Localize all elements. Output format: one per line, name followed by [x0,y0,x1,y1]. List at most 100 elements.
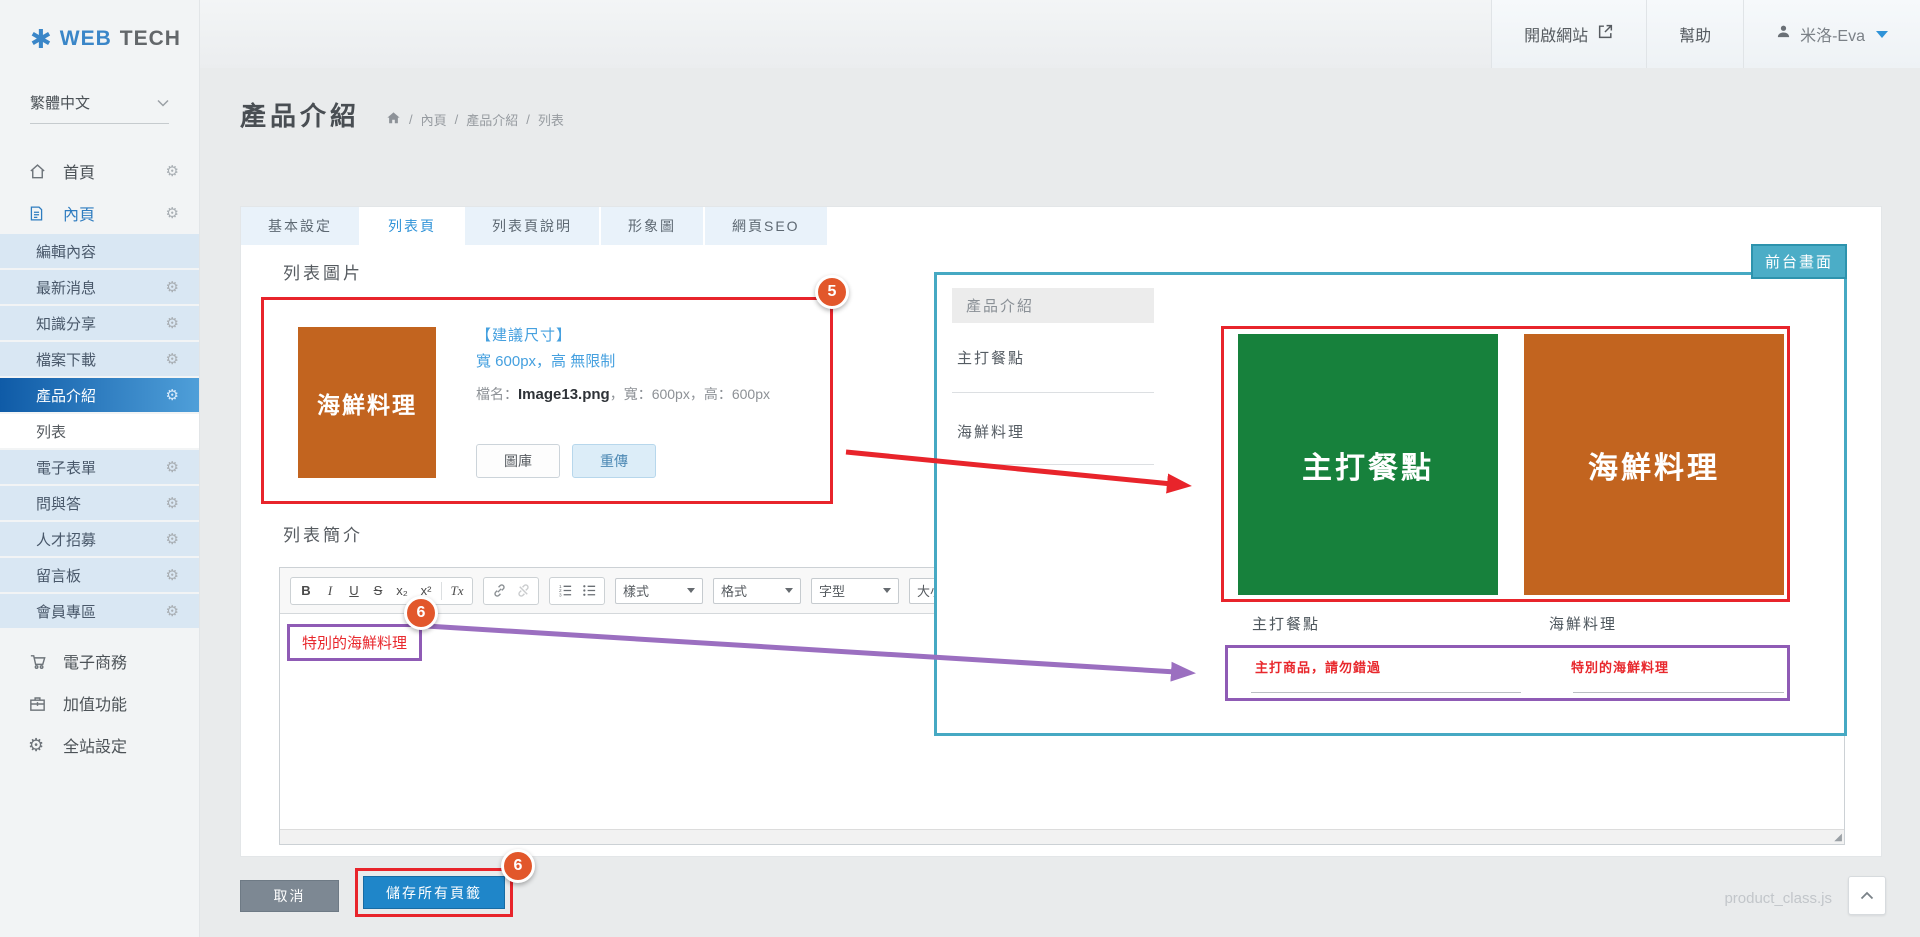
sidebar-item-products[interactable]: 產品介紹 ⚙ [0,378,199,412]
gear-icon[interactable]: ⚙ [166,460,179,475]
sidebar: ✱ WEB TECH 繁體中文 首頁 ⚙ 內頁 ⚙ 編輯內容 最新消息 ⚙ 知識… [0,0,200,937]
sidebar-item-recruit[interactable]: 人才招募 ⚙ [0,522,199,556]
breadcrumb-item[interactable]: 內頁 [421,110,447,129]
font-dropdown[interactable]: 字型 [811,578,899,604]
help-label: 幫助 [1679,22,1711,46]
remove-format-button[interactable]: Tx [445,579,469,603]
language-label: 繁體中文 [30,92,90,113]
annotation-box-preview-images: 主打餐點 海鮮料理 [1221,326,1790,602]
logo-text-tech: TECH [120,27,181,51]
gear-icon[interactable]: ⚙ [166,164,179,179]
breadcrumb-separator: / [409,112,413,127]
cancel-button[interactable]: 取消 [240,880,339,912]
bold-button[interactable]: B [294,579,318,603]
sidebar-nav: 首頁 ⚙ 內頁 ⚙ 編輯內容 最新消息 ⚙ 知識分享 ⚙ 檔案下載 ⚙ 產品介紹… [0,150,199,766]
gear-icon: ⚙ [28,735,50,756]
tab-list-page-desc[interactable]: 列表頁說明 [465,207,599,245]
external-link-icon [1597,23,1614,45]
sidebar-item-list[interactable]: 列表 [0,414,199,448]
list-image-thumbnail: 海鮮料理 [298,327,436,478]
topbar: 開啟網站 幫助 米洛-Eva [200,0,1920,68]
breadcrumb-item: 列表 [538,110,564,129]
tab-basic-settings[interactable]: 基本設定 [241,207,359,245]
styles-dropdown[interactable]: 樣式 [615,578,703,604]
topbar-menu: 開啟網站 幫助 米洛-Eva [1491,0,1920,68]
breadcrumb-separator: / [455,112,459,127]
save-all-tabs-button[interactable]: 儲存所有頁籤 [363,876,505,909]
gear-icon[interactable]: ⚙ [166,532,179,547]
reupload-button[interactable]: 重傳 [572,444,656,478]
home-icon [28,162,50,181]
breadcrumb-separator: / [526,112,530,127]
sidebar-item-edit-content[interactable]: 編輯內容 [0,234,199,268]
preview-menu-item[interactable]: 主打餐點 [957,347,1025,368]
sidebar-item-site-settings[interactable]: ⚙ 全站設定 [0,724,199,766]
underline-button[interactable]: U [342,579,366,603]
divider [952,464,1154,465]
page-icon [28,204,50,223]
sidebar-item-guestbook[interactable]: 留言板 ⚙ [0,558,199,592]
format-dropdown[interactable]: 格式 [713,578,801,604]
breadcrumb-item[interactable]: 產品介紹 [466,110,518,129]
file-name: Image13.png [518,386,610,403]
sidebar-item-home[interactable]: 首頁 ⚙ [0,150,199,192]
sidebar-item-forms[interactable]: 電子表單 ⚙ [0,450,199,484]
gear-icon[interactable]: ⚙ [166,206,179,221]
sidebar-item-label: 留言板 [36,565,81,586]
sidebar-item-faq[interactable]: 問與答 ⚙ [0,486,199,520]
sidebar-item-addons[interactable]: 加值功能 [0,682,199,724]
help-button[interactable]: 幫助 [1646,0,1743,68]
size-hint-title: 【建議尺寸】 [476,324,572,345]
file-info: 檔名：Image13.png，寬：600px，高：600px [476,384,770,404]
strikethrough-button[interactable]: S [366,579,390,603]
sidebar-item-members[interactable]: 會員專區 ⚙ [0,594,199,628]
cart-icon [28,652,50,671]
gear-icon[interactable]: ⚙ [166,496,179,511]
sidebar-item-ecommerce[interactable]: 電子商務 [0,640,199,682]
bullet-list-icon[interactable] [577,579,601,603]
sidebar-item-inner-pages[interactable]: 內頁 ⚙ [0,192,199,234]
sidebar-item-downloads[interactable]: 檔案下載 ⚙ [0,342,199,376]
sidebar-item-label: 最新消息 [36,277,96,298]
gallery-button[interactable]: 圖庫 [476,444,560,478]
sidebar-item-news[interactable]: 最新消息 ⚙ [0,270,199,304]
user-name: 米洛-Eva [1800,22,1865,46]
logo: ✱ WEB TECH [0,0,199,52]
preview-tile-seafood[interactable]: 海鮮料理 [1524,334,1784,595]
annotation-box-save: 儲存所有頁籤 [355,868,513,917]
gear-icon[interactable]: ⚙ [166,352,179,367]
numbered-list-icon[interactable]: 123 [553,579,577,603]
back-to-top-button[interactable] [1848,876,1886,915]
chevron-down-icon [157,94,169,111]
gear-icon[interactable]: ⚙ [166,604,179,619]
link-icon[interactable] [487,579,511,603]
open-site-button[interactable]: 開啟網站 [1491,0,1646,68]
italic-button[interactable]: I [318,579,342,603]
user-menu[interactable]: 米洛-Eva [1743,0,1920,68]
sidebar-item-label: 列表 [36,421,66,442]
gear-icon[interactable]: ⚙ [166,280,179,295]
sidebar-item-knowledge[interactable]: 知識分享 ⚙ [0,306,199,340]
divider [1573,692,1784,693]
annotation-box-list-image: 海鮮料理 【建議尺寸】 寬 600px，高 無限制 檔名：Image13.png… [261,297,833,504]
tab-hero-image[interactable]: 形象圖 [601,207,703,245]
resize-handle[interactable]: ◢ [1834,832,1842,843]
tab-seo[interactable]: 網頁SEO [705,207,827,245]
chevron-up-icon [1860,888,1874,903]
gear-icon[interactable]: ⚙ [166,316,179,331]
gear-icon[interactable]: ⚙ [166,388,179,403]
tab-list-page[interactable]: 列表頁 [361,207,463,245]
front-view-badge: 前台畫面 [1751,244,1847,279]
home-icon[interactable] [386,111,401,128]
gear-icon[interactable]: ⚙ [166,568,179,583]
sidebar-item-label: 檔案下載 [36,349,96,370]
list-intro-heading: 列表簡介 [283,521,363,546]
box-icon [28,694,50,713]
preview-menu-item[interactable]: 海鮮料理 [957,421,1025,442]
divider [952,392,1154,393]
sidebar-item-label: 人才招募 [36,529,96,550]
unlink-icon[interactable] [511,579,535,603]
preview-tile-main-dishes[interactable]: 主打餐點 [1238,334,1498,595]
editor-text[interactable]: 特別的海鮮料理 [302,635,407,652]
language-selector[interactable]: 繁體中文 [30,92,169,124]
